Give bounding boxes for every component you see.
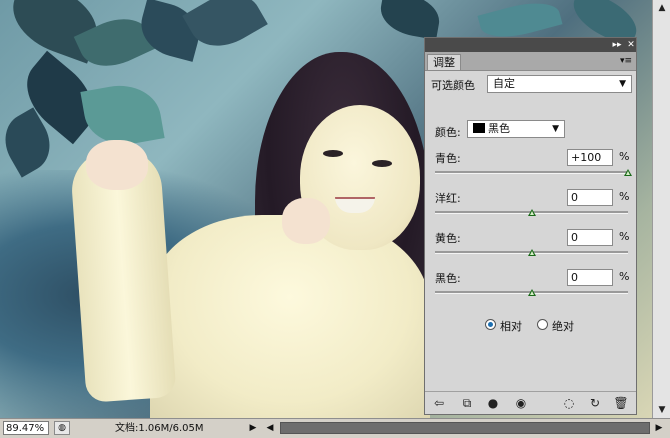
percent-unit: % xyxy=(619,150,630,163)
info-menu-arrow-icon[interactable]: ▶ xyxy=(246,421,260,435)
status-bar: 89.47% ◍ 文档:1.06M/6.05M ▶ ◀ ▶ xyxy=(0,418,670,438)
slider-thumb[interactable] xyxy=(624,169,632,176)
adjustments-panel: ▸▸ ✕ 调整 ▾≡ 可选颜色 自定 ▼ 颜色: 黑色 ▼ 青色: +100% 洋红… xyxy=(424,37,637,415)
slider-value-input[interactable]: 0 xyxy=(567,229,613,246)
absolute-label[interactable]: 绝对 xyxy=(552,318,574,334)
vertical-scrollbar[interactable]: ▲ ▼ xyxy=(652,0,670,418)
double-chevron-right-icon[interactable]: ▸▸ xyxy=(611,39,623,51)
chevron-down-icon: ▼ xyxy=(552,124,559,134)
back-arrow-icon[interactable]: ⇦ xyxy=(431,395,447,411)
slider-label: 黄色: xyxy=(435,232,461,245)
colors-label: 颜色: xyxy=(435,126,461,139)
slider-value-input[interactable]: 0 xyxy=(567,269,613,286)
percent-unit: % xyxy=(619,190,630,203)
slider-thumb[interactable] xyxy=(527,209,536,216)
zoom-preview-icon[interactable]: ◍ xyxy=(54,421,70,435)
panel-tab-bar: 调整 ▾≡ xyxy=(425,52,636,71)
adjustment-title: 可选颜色 xyxy=(431,79,475,92)
chevron-down-icon: ▼ xyxy=(619,79,626,89)
slider-label: 洋红: xyxy=(435,192,461,205)
panel-header-bar: ▸▸ ✕ xyxy=(425,38,636,52)
colors-select[interactable]: 黑色 ▼ xyxy=(467,120,565,138)
preset-select[interactable]: 自定 ▼ xyxy=(487,75,632,93)
clip-layer-icon[interactable]: ⧉ xyxy=(459,395,475,411)
close-icon[interactable]: ✕ xyxy=(625,39,637,51)
panel-toolbar: ⇦ ⧉ ● ◉ ◌ ↻ 🗑 xyxy=(425,391,636,414)
horizontal-scrollbar[interactable] xyxy=(280,422,650,434)
tab-adjustments[interactable]: 调整 xyxy=(427,54,461,70)
slider-thumb[interactable] xyxy=(527,289,536,296)
slider-value-input[interactable]: 0 xyxy=(567,189,613,206)
left-eye xyxy=(323,150,343,157)
scroll-down-icon[interactable]: ▼ xyxy=(656,404,668,416)
view-previous-icon[interactable]: ◌ xyxy=(561,395,577,411)
reset-icon[interactable]: ↻ xyxy=(587,395,603,411)
scroll-left-icon[interactable]: ◀ xyxy=(263,421,277,435)
colors-value: 黑色 xyxy=(488,122,510,135)
right-eye xyxy=(372,160,392,167)
scroll-right-icon[interactable]: ▶ xyxy=(652,421,666,435)
toggle-eye-icon[interactable]: ◉ xyxy=(513,395,529,411)
document-info: 文档:1.06M/6.05M xyxy=(115,423,204,434)
slider-thumb[interactable] xyxy=(527,249,536,256)
zoom-field[interactable]: 89.47% xyxy=(3,421,49,435)
color-swatch xyxy=(473,123,485,133)
slider-label: 黑色: xyxy=(435,272,461,285)
scroll-up-icon[interactable]: ▲ xyxy=(656,2,668,14)
visibility-eye-icon[interactable]: ● xyxy=(485,395,501,411)
hand xyxy=(86,140,148,190)
leaf xyxy=(376,0,444,40)
slider-label: 青色: xyxy=(435,152,461,165)
percent-unit: % xyxy=(619,270,630,283)
percent-unit: % xyxy=(619,230,630,243)
sweater xyxy=(150,215,430,418)
slider-track[interactable] xyxy=(435,171,628,174)
hand-at-chin xyxy=(282,198,330,244)
relative-label[interactable]: 相对 xyxy=(500,318,522,334)
relative-radio[interactable] xyxy=(485,319,496,330)
absolute-radio[interactable] xyxy=(537,319,548,330)
preset-value: 自定 xyxy=(493,77,515,90)
slider-value-input[interactable]: +100 xyxy=(567,149,613,166)
panel-menu-icon[interactable]: ▾≡ xyxy=(620,55,632,67)
trash-icon[interactable]: 🗑 xyxy=(613,395,629,411)
